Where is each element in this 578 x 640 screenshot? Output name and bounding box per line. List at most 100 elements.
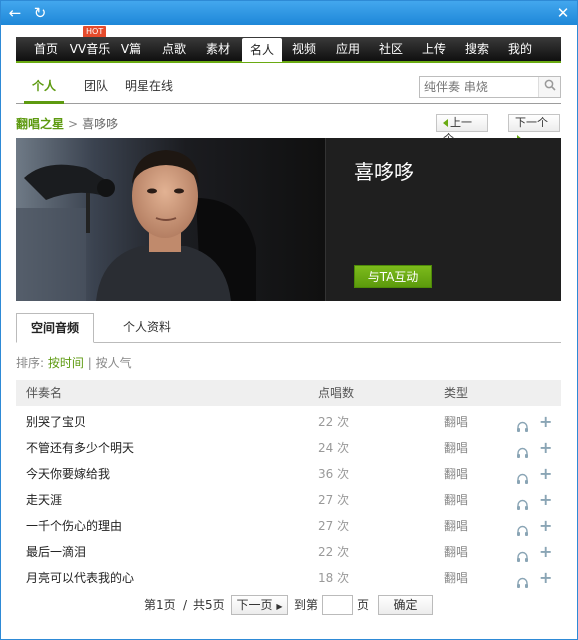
play-count: 36 次 <box>318 467 350 481</box>
add-icon[interactable]: + <box>539 565 552 591</box>
song-type: 翻唱 <box>444 415 469 429</box>
headphones-icon[interactable] <box>516 468 529 484</box>
search-input[interactable] <box>420 77 538 97</box>
back-arrow-icon[interactable]: ← <box>5 3 25 23</box>
next-label: 下一个 <box>515 116 548 129</box>
add-icon[interactable]: + <box>539 461 552 487</box>
play-count: 22 次 <box>318 545 350 559</box>
profile-name: 喜哆哆 <box>354 160 414 184</box>
page-separator: / <box>183 598 188 612</box>
next-page-label: 下一页 <box>236 598 273 612</box>
song-type: 翻唱 <box>444 441 469 455</box>
breadcrumb: 翻唱之星 > 喜哆哆 <box>16 115 118 132</box>
play-count: 18 次 <box>318 571 350 585</box>
nav-item-celebrities[interactable]: 名人 <box>242 38 282 62</box>
headphones-icon[interactable] <box>516 520 529 536</box>
headphones-icon[interactable] <box>516 442 529 458</box>
breadcrumb-current: 喜哆哆 <box>82 117 119 131</box>
play-count: 27 次 <box>318 519 350 533</box>
nav-item-mine[interactable]: 我的 <box>502 37 538 61</box>
nav-item-request[interactable]: 点歌 <box>156 37 192 61</box>
tab-team[interactable]: 团队 <box>84 77 108 97</box>
breadcrumb-root[interactable]: 翻唱之星 <box>16 117 64 131</box>
main-nav: 首页 VV音乐 V篇 点歌 素材 名人 视频 应用 社区 上传 搜索 我的 <box>16 37 561 63</box>
table-row: 今天你要嫁给我 36 次 翻唱 + <box>16 461 561 487</box>
tab-personal[interactable]: 个人 <box>23 77 65 104</box>
content-tabs: 空间音频 个人资料 <box>16 313 561 343</box>
refresh-icon[interactable]: ↻ <box>30 3 50 23</box>
song-type: 翻唱 <box>444 545 469 559</box>
add-icon[interactable]: + <box>539 487 552 513</box>
nav-item-apps[interactable]: 应用 <box>330 37 366 61</box>
nav-item-search[interactable]: 搜索 <box>459 37 495 61</box>
profile-photo <box>16 138 325 301</box>
page-unit: 页 <box>357 598 370 612</box>
current-page: 第1页 <box>144 598 176 612</box>
sub-nav: 个人 团队 明星在线 <box>16 71 561 104</box>
headphones-icon[interactable] <box>516 416 529 432</box>
song-type: 翻唱 <box>444 493 469 507</box>
sort-by-popularity[interactable]: 按人气 <box>96 356 132 370</box>
prev-profile-button[interactable]: 上一个 <box>436 114 488 145</box>
goto-label: 到第 <box>294 598 319 612</box>
table-row: 不管还有多少个明天 24 次 翻唱 + <box>16 435 561 461</box>
profile-banner: 喜哆哆 与TA互动 <box>16 138 561 301</box>
song-type: 翻唱 <box>444 571 469 585</box>
close-icon[interactable]: ✕ <box>553 3 573 23</box>
table-header: 伴奏名 点唱数 类型 <box>16 380 561 406</box>
nav-item-video[interactable]: 视频 <box>286 37 322 61</box>
next-profile-button[interactable]: 下一个 <box>508 114 560 143</box>
confirm-button[interactable]: 确定 <box>378 595 433 615</box>
breadcrumb-separator: > <box>68 117 79 131</box>
nav-item-home[interactable]: 首页 <box>28 37 64 61</box>
search-box <box>419 76 561 98</box>
song-type: 翻唱 <box>444 519 469 533</box>
song-name[interactable]: 今天你要嫁给我 <box>26 461 110 487</box>
headphones-icon[interactable] <box>516 494 529 510</box>
table-row: 走天涯 27 次 翻唱 + <box>16 487 561 513</box>
song-name[interactable]: 别哭了宝贝 <box>26 409 86 435</box>
song-type: 翻唱 <box>444 467 469 481</box>
song-name[interactable]: 一千个伤心的理由 <box>26 513 122 539</box>
next-page-button[interactable]: 下一页 ▶ <box>231 595 288 615</box>
sort-by-time[interactable]: 按时间 <box>48 356 84 370</box>
nav-item-v-article[interactable]: V篇 <box>116 37 146 61</box>
play-count: 22 次 <box>318 415 350 429</box>
tab-profile-info[interactable]: 个人资料 <box>109 313 185 343</box>
title-bar: ← ↻ ✕ <box>1 1 577 25</box>
add-icon[interactable]: + <box>539 435 552 461</box>
total-pages: 共5页 <box>193 598 225 612</box>
header-play-count: 点唱数 <box>318 386 355 400</box>
song-name[interactable]: 走天涯 <box>26 487 62 513</box>
add-icon[interactable]: + <box>539 409 552 435</box>
play-count: 24 次 <box>318 441 350 455</box>
tab-space-audio[interactable]: 空间音频 <box>16 313 95 343</box>
app-window: ← ↻ ✕ HOT 首页 VV音乐 V篇 点歌 素材 名人 视频 应用 社区 上… <box>0 0 578 640</box>
table-row: 别哭了宝贝 22 次 翻唱 + <box>16 409 561 435</box>
song-name[interactable]: 不管还有多少个明天 <box>26 435 134 461</box>
table-row: 一千个伤心的理由 27 次 翻唱 + <box>16 513 561 539</box>
header-song-name: 伴奏名 <box>26 386 63 400</box>
interact-button[interactable]: 与TA互动 <box>354 265 432 288</box>
profile-info: 喜哆哆 与TA互动 <box>325 138 561 301</box>
add-icon[interactable]: + <box>539 539 552 565</box>
sort-label: 排序: <box>16 356 45 370</box>
page-number-input[interactable] <box>322 595 353 615</box>
headphones-icon[interactable] <box>516 572 529 588</box>
nav-item-community[interactable]: 社区 <box>373 37 409 61</box>
song-name[interactable]: 最后一滴泪 <box>26 539 86 565</box>
sort-separator: | <box>87 356 92 370</box>
tab-star-online[interactable]: 明星在线 <box>125 77 173 97</box>
nav-item-upload[interactable]: 上传 <box>416 37 452 61</box>
header-type: 类型 <box>444 386 469 400</box>
search-icon[interactable] <box>538 77 560 97</box>
headphones-icon[interactable] <box>516 546 529 562</box>
table-row: 最后一滴泪 22 次 翻唱 + <box>16 539 561 565</box>
table-row: 月亮可以代表我的心 18 次 翻唱 + <box>16 565 561 591</box>
add-icon[interactable]: + <box>539 513 552 539</box>
left-triangle-icon <box>443 119 448 127</box>
play-count: 27 次 <box>318 493 350 507</box>
song-name[interactable]: 月亮可以代表我的心 <box>26 565 134 591</box>
nav-item-materials[interactable]: 素材 <box>200 37 236 61</box>
nav-item-vv-music[interactable]: VV音乐 <box>68 37 112 61</box>
